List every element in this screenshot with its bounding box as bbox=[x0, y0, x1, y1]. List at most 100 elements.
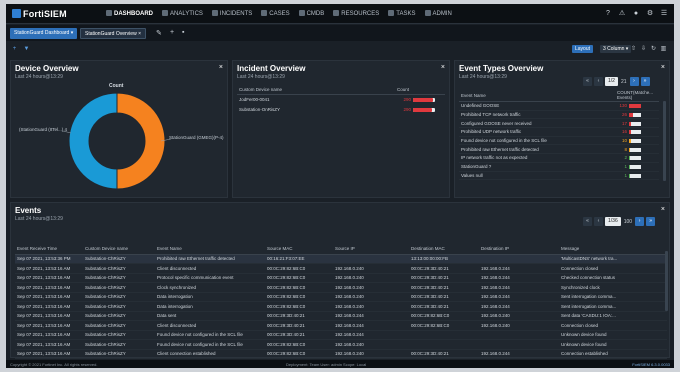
column-layout-select[interactable]: 3 Column ▾ bbox=[600, 45, 632, 53]
filter-icon[interactable]: ▼ bbox=[22, 45, 31, 53]
table-cell: Sep 07 2021, 13:53:16 AM bbox=[15, 320, 83, 331]
nav-item-cmdb[interactable]: CMDB bbox=[298, 10, 324, 17]
nav-item-admin[interactable]: ADMIN bbox=[424, 10, 452, 17]
nav-item-tasks[interactable]: TASKS bbox=[388, 10, 416, 17]
table-row[interactable]: Sep 07 2021, 13:53:16 AMSubstation-ChRis… bbox=[15, 263, 667, 274]
column-header[interactable]: Event Receive Time bbox=[15, 243, 83, 255]
top-navigation-bar: FortiSIEM DASHBOARD ANALYTICS INCIDENTS CAS… bbox=[6, 4, 674, 24]
donut-slice[interactable] bbox=[116, 92, 166, 190]
table-row[interactable]: Found device not configured in the SCL f… bbox=[459, 136, 659, 146]
last-page-button[interactable]: » bbox=[646, 217, 656, 226]
column-header[interactable]: Message bbox=[559, 243, 667, 255]
column-header[interactable]: Destination MAC bbox=[409, 243, 479, 255]
table-row[interactable]: Values null 1 bbox=[459, 171, 659, 181]
count-cell: 290 bbox=[395, 105, 445, 115]
help-icon[interactable]: ? bbox=[604, 9, 612, 17]
cases-icon bbox=[261, 10, 268, 16]
dashboard-icon bbox=[106, 10, 112, 16]
table-row[interactable]: Undefined GOOSE 130 bbox=[459, 101, 659, 111]
table-row[interactable]: Sep 07 2021, 13:53:16 AMSubstation-ChRis… bbox=[15, 330, 667, 340]
table-row[interactable]: Sep 07 2021, 13:53:16 AMSubstation-ChRis… bbox=[15, 292, 667, 302]
page-size: 100 bbox=[623, 218, 633, 225]
user-icon[interactable]: ● bbox=[632, 9, 640, 17]
column-header[interactable]: Custom Device name bbox=[83, 243, 155, 255]
fortinet-logo-icon bbox=[12, 9, 21, 18]
column-header[interactable]: Event Name bbox=[155, 243, 265, 255]
close-panel-icon[interactable]: × bbox=[441, 64, 445, 71]
first-page-button[interactable]: « bbox=[583, 77, 592, 86]
close-panel-icon[interactable]: × bbox=[661, 206, 665, 213]
count-bar bbox=[629, 104, 641, 109]
close-panel-icon[interactable]: × bbox=[661, 64, 665, 71]
table-row[interactable]: Prohibited TCP network traffic 26 bbox=[459, 110, 659, 120]
table-cell: 00:0C:29:3D:40:21 bbox=[409, 282, 479, 293]
prev-page-button[interactable]: ‹ bbox=[594, 77, 603, 86]
table-cell: Sep 07 2021, 13:53:16 AM bbox=[15, 339, 83, 350]
column-header[interactable]: Source IP bbox=[333, 243, 409, 255]
table-row[interactable]: Sep 07 2021, 13:53:16 AMSubstation-ChRis… bbox=[15, 339, 667, 350]
download-icon[interactable]: ⇩ bbox=[640, 45, 647, 53]
refresh-icon[interactable]: ↻ bbox=[650, 45, 657, 53]
page-indicator[interactable]: 1/36 bbox=[605, 217, 621, 226]
tab-stationguard-overview[interactable]: StationGuard Overview × bbox=[80, 28, 147, 39]
delete-icon[interactable]: ▥ bbox=[660, 45, 667, 53]
nav-item-analytics[interactable]: ANALYTICS bbox=[162, 10, 203, 17]
table-cell: Substation-ChRisZY bbox=[83, 254, 155, 264]
prev-page-button[interactable]: ‹ bbox=[594, 217, 603, 226]
column-header[interactable]: Source MAC bbox=[265, 243, 333, 255]
table-row[interactable]: Prohibited UDP network traffic 16 bbox=[459, 127, 659, 137]
table-cell: 192.168.0.240 bbox=[479, 311, 559, 321]
column-header[interactable]: Event Name bbox=[459, 89, 615, 102]
table-cell: 192.168.0.240 bbox=[333, 282, 409, 293]
column-header[interactable]: Destination IP bbox=[479, 243, 559, 255]
table-row[interactable]: Sep 07 2021, 13:53:16 AMSubstation-ChRis… bbox=[15, 320, 667, 331]
table-cell: Prohibited raw Ethernet traffic detected bbox=[155, 254, 265, 264]
next-page-button[interactable]: › bbox=[635, 217, 645, 226]
upload-icon[interactable]: ⇧ bbox=[630, 45, 637, 53]
table-row[interactable]: Sep 07 2021, 13:53:16 AMSubstation-ChRis… bbox=[15, 311, 667, 321]
nav-item-dashboard[interactable]: DASHBOARD bbox=[106, 10, 153, 17]
table-row[interactable]: Sep 07 2021, 13:53:16 AMSubstation-ChRis… bbox=[15, 301, 667, 312]
table-row[interactable]: Configured GOOSE never received 17 bbox=[459, 118, 659, 129]
page-indicator[interactable]: 1/2 bbox=[605, 77, 618, 86]
count-value: 1 bbox=[624, 164, 627, 170]
edit-icon[interactable]: ✎ bbox=[156, 29, 162, 37]
column-header[interactable]: Count bbox=[395, 85, 445, 95]
table-row[interactable]: Sep 07 2021, 13:53:36 PM Substation-ChRis… bbox=[15, 254, 667, 264]
add-widget-icon[interactable]: + bbox=[10, 45, 19, 53]
column-header[interactable]: COUNT(Matche... Events) bbox=[615, 89, 659, 102]
donut-slice[interactable] bbox=[68, 92, 118, 190]
nav-item-cases[interactable]: CASES bbox=[261, 10, 290, 17]
table-row[interactable]: StationGuard ? 1 bbox=[459, 162, 659, 172]
table-cell: 00:0C:29:82:6B:C0 bbox=[265, 273, 333, 283]
table-cell: Substation-ChRisZY bbox=[83, 349, 155, 359]
add-tab-icon[interactable]: + bbox=[170, 29, 174, 36]
table-row[interactable]: Sep 07 2021, 13:53:16 AMSubstation-ChRis… bbox=[15, 273, 667, 283]
table-row[interactable]: Sep 07 2021, 13:53:16 AMSubstation-ChRis… bbox=[15, 282, 667, 293]
menu-icon[interactable]: ☰ bbox=[660, 9, 668, 17]
table-row[interactable]: Sep 07 2021, 13:53:16 AMSubstation-ChRis… bbox=[15, 349, 667, 359]
table-row[interactable]: Substation-OnRisZY 290 bbox=[237, 105, 445, 115]
page-size: 21 bbox=[620, 78, 627, 85]
dashboard-select[interactable]: StationGuard Dashboard ▾ bbox=[10, 28, 78, 39]
column-header[interactable]: Custom Device name bbox=[237, 85, 395, 95]
save-icon[interactable]: ▪ bbox=[182, 29, 184, 36]
settings-icon[interactable]: ⚙ bbox=[646, 9, 654, 17]
scrollbar[interactable] bbox=[665, 251, 668, 311]
nav-item-resources[interactable]: RESOURCES bbox=[333, 10, 379, 17]
layout-button[interactable]: Layout bbox=[572, 45, 594, 53]
admin-icon bbox=[424, 10, 431, 16]
table-row[interactable]: JodFer00-0041 290 bbox=[237, 95, 445, 105]
close-tab-icon[interactable]: × bbox=[138, 31, 141, 37]
first-page-button[interactable]: « bbox=[583, 217, 592, 226]
table-cell: 00:0C:29:3D:40:21 bbox=[409, 349, 479, 359]
last-page-button[interactable]: » bbox=[640, 77, 650, 86]
table-row[interactable]: Prohibited raw Ethernet traffic detected… bbox=[459, 144, 659, 155]
scrollbar[interactable] bbox=[663, 101, 666, 181]
alert-icon[interactable]: ⚠ bbox=[618, 9, 626, 17]
table-cell: 192.168.0.240 bbox=[333, 273, 409, 283]
events-table: Event Receive Time Custom Device name Even… bbox=[15, 243, 667, 368]
table-row[interactable]: IP network traffic not as expected 2 bbox=[459, 153, 659, 163]
nav-item-incidents[interactable]: INCIDENTS bbox=[211, 10, 252, 17]
next-page-button[interactable]: › bbox=[629, 77, 639, 86]
